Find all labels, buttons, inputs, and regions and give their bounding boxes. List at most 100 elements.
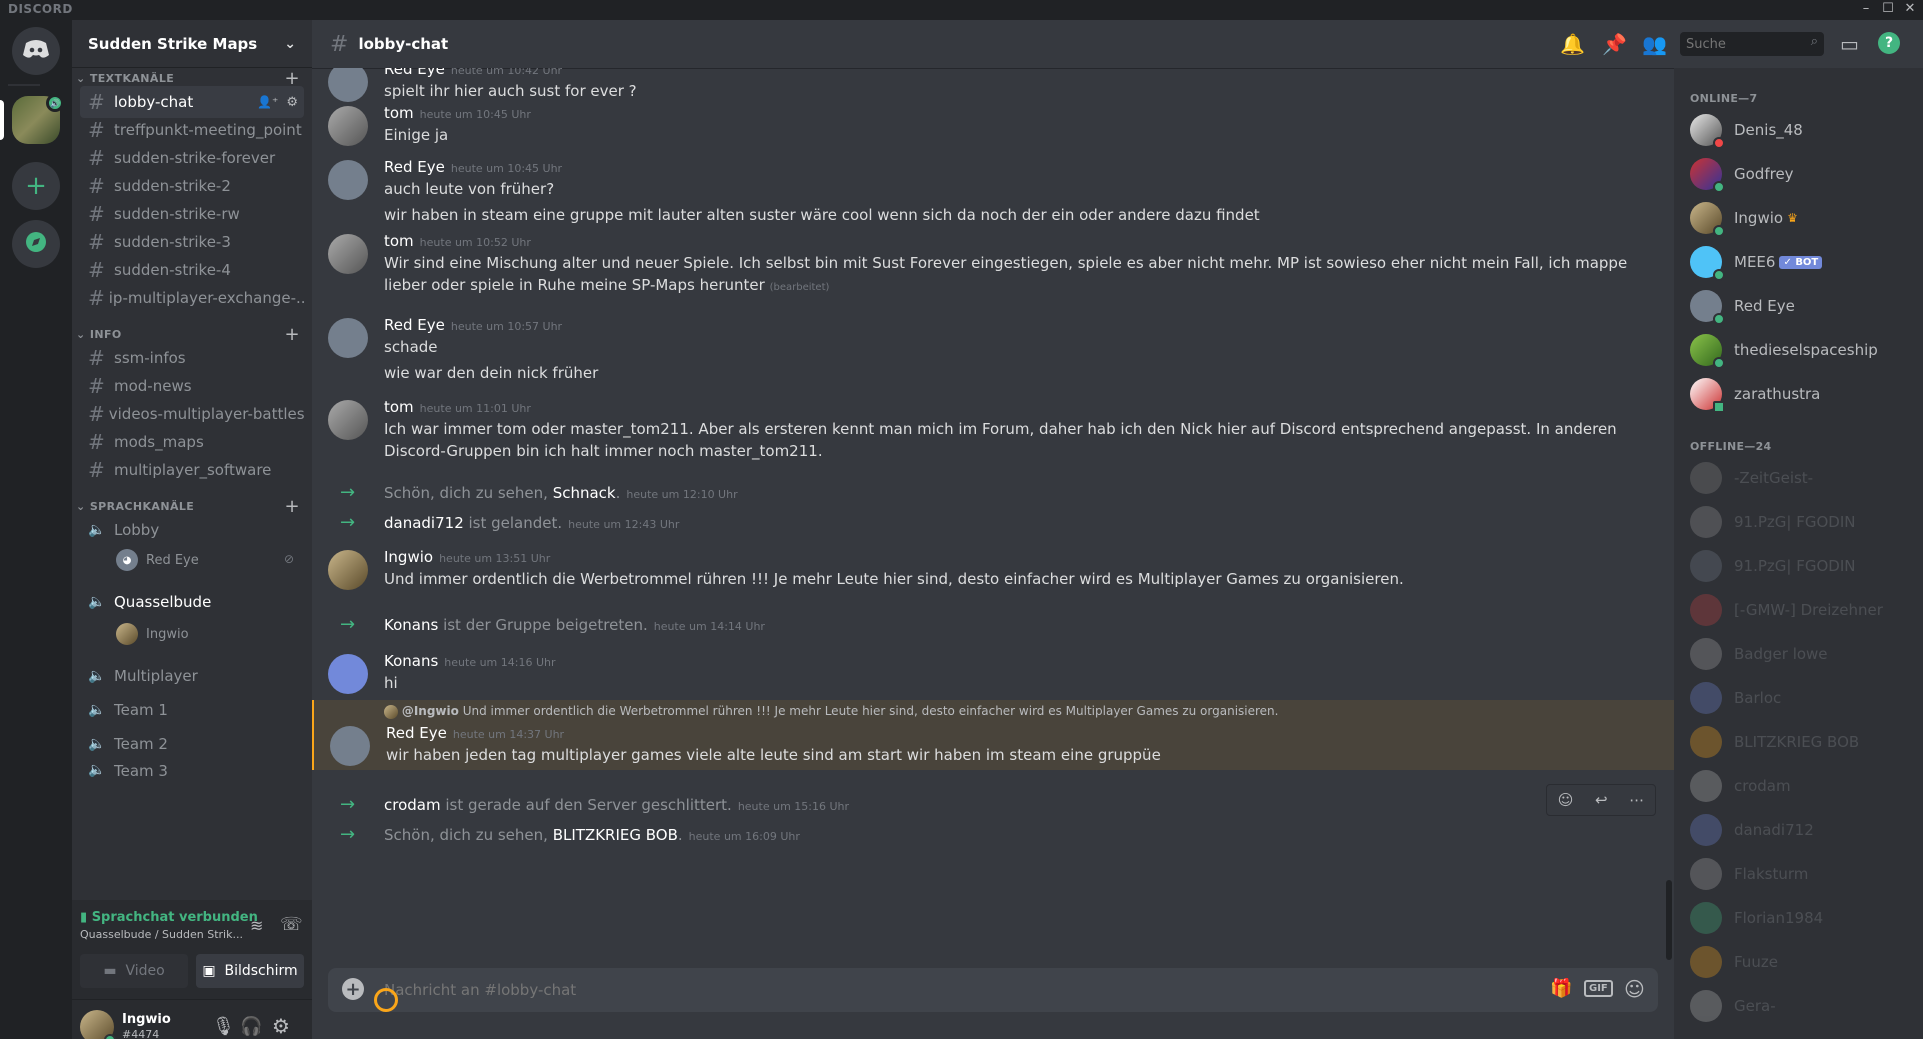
- avatar[interactable]: [328, 160, 368, 200]
- members-icon[interactable]: 👥: [1642, 32, 1667, 56]
- member-offline[interactable]: Flaksturm: [1682, 852, 1914, 896]
- voice-channel-multiplayer[interactable]: 🔈 Multiplayer: [80, 660, 304, 692]
- member-ingwio[interactable]: Ingwio ♛: [1682, 196, 1914, 240]
- add-server-button[interactable]: +: [12, 162, 60, 210]
- channel-label: ip-multiplayer-exchange-...: [108, 289, 304, 307]
- voice-channel-quasselbude[interactable]: 🔈 Quasselbude: [80, 586, 304, 618]
- reply-preview[interactable]: @Ingwio Und immer ordentlich die Werbetr…: [384, 704, 1278, 719]
- system-user[interactable]: Schnack: [553, 484, 616, 502]
- member-offline[interactable]: [-GMW-] Dreizehner: [1682, 588, 1914, 632]
- disconnect-call-icon[interactable]: ☏: [280, 914, 303, 935]
- crown-icon: ♛: [1787, 211, 1798, 225]
- message-author[interactable]: tom heute um 10:52 Uhr: [384, 232, 531, 250]
- message-author[interactable]: Red Eye heute um 10:45 Uhr: [384, 158, 562, 176]
- avatar[interactable]: [328, 318, 368, 358]
- gear-icon[interactable]: ⚙: [286, 95, 298, 110]
- help-icon[interactable]: ?: [1878, 32, 1900, 54]
- member-offline[interactable]: Fuuze: [1682, 940, 1914, 984]
- system-user[interactable]: danadi712: [384, 514, 464, 532]
- reply-icon[interactable]: ↩: [1595, 791, 1608, 809]
- headphones-icon[interactable]: 🎧: [240, 1016, 262, 1037]
- system-user[interactable]: BLITZKRIEG BOB: [553, 826, 678, 844]
- pin-icon[interactable]: 📌: [1602, 32, 1627, 56]
- message-author[interactable]: tom heute um 11:01 Uhr: [384, 398, 531, 416]
- noise-suppression-icon[interactable]: ≋: [250, 916, 263, 935]
- avatar[interactable]: [328, 654, 368, 694]
- message-author[interactable]: Konans heute um 14:16 Uhr: [384, 652, 556, 670]
- message-author[interactable]: Red Eye heute um 10:57 Uhr: [384, 316, 562, 334]
- gif-button[interactable]: GIF: [1584, 980, 1613, 997]
- emoji-icon[interactable]: ☺: [1624, 977, 1645, 1001]
- system-user[interactable]: crodam: [384, 796, 441, 814]
- member-offline[interactable]: Florian1984: [1682, 896, 1914, 940]
- message-author[interactable]: Red Eye heute um 14:37 Uhr: [386, 724, 564, 742]
- avatar[interactable]: [328, 234, 368, 274]
- channel-label: sudden-strike-rw: [114, 205, 240, 223]
- member-offline[interactable]: danadi712: [1682, 808, 1914, 852]
- home-button[interactable]: [12, 27, 60, 75]
- member-name: thedieselspaceship: [1734, 341, 1878, 359]
- member-offline[interactable]: crodam: [1682, 764, 1914, 808]
- timestamp: heute um 16:09 Uhr: [688, 830, 800, 843]
- scrollbar-thumb[interactable]: [1666, 880, 1672, 960]
- member-offline[interactable]: Gera-: [1682, 984, 1914, 1028]
- member-offline[interactable]: 91.PzG| FGODIN: [1682, 544, 1914, 588]
- avatar[interactable]: [328, 400, 368, 440]
- category-text-channels[interactable]: ⌄ TEXTKANÄLE +: [76, 68, 308, 89]
- avatar: [1690, 506, 1722, 538]
- message-input[interactable]: [384, 980, 1484, 1000]
- avatar[interactable]: [328, 106, 368, 146]
- invite-icon[interactable]: 👤⁺: [257, 95, 278, 109]
- category-voice-channels[interactable]: ⌄ SPRACHKANÄLE +: [76, 496, 308, 517]
- search-input[interactable]: [1686, 35, 1796, 53]
- member-zarathustra[interactable]: zarathustra: [1682, 372, 1914, 416]
- member-godfrey[interactable]: Godfrey: [1682, 152, 1914, 196]
- voice-channel-team2[interactable]: 🔈 Team 2: [80, 728, 304, 760]
- avatar[interactable]: [330, 726, 370, 766]
- avatar[interactable]: [328, 550, 368, 590]
- channel-ip-multiplayer-exchange[interactable]: # ip-multiplayer-exchange-...: [80, 282, 304, 314]
- video-button[interactable]: ▬ Video: [80, 954, 188, 988]
- inbox-icon[interactable]: ▭: [1840, 32, 1859, 56]
- upload-plus-icon[interactable]: +: [342, 978, 364, 1000]
- member-denis[interactable]: Denis_48: [1682, 108, 1914, 152]
- add-reaction-icon[interactable]: ☺: [1558, 791, 1574, 809]
- member-red-eye[interactable]: Red Eye: [1682, 284, 1914, 328]
- channel-multiplayer-software[interactable]: # multiplayer_software: [80, 454, 304, 486]
- member-offline[interactable]: BLITZKRIEG BOB: [1682, 720, 1914, 764]
- category-info[interactable]: ⌄ INFO +: [76, 324, 308, 345]
- member-offline[interactable]: -ZeitGeist-: [1682, 456, 1914, 500]
- message-author[interactable]: tom heute um 10:45 Uhr: [384, 104, 531, 122]
- member-offline[interactable]: 91.PzG| FGODIN: [1682, 500, 1914, 544]
- member-mee6[interactable]: MEE6 ✓ BOT: [1682, 240, 1914, 284]
- microphone-icon[interactable]: 🎙: [212, 1016, 235, 1037]
- message-author[interactable]: Ingwio heute um 13:51 Uhr: [384, 548, 550, 566]
- gift-icon[interactable]: 🎁: [1550, 978, 1572, 999]
- voice-channel-lobby[interactable]: 🔈 Lobby: [80, 514, 304, 546]
- member-offline[interactable]: Badger lowe: [1682, 632, 1914, 676]
- voice-user-red-eye[interactable]: ◕ Red Eye: [116, 546, 199, 574]
- voice-channel-team1[interactable]: 🔈 Team 1: [80, 694, 304, 726]
- category-label: SPRACHKANÄLE: [89, 500, 195, 513]
- server-name: Sudden Strike Maps: [88, 34, 258, 53]
- bell-icon[interactable]: 🔔: [1560, 32, 1585, 56]
- server-icon-sudden-strike[interactable]: 🔊: [12, 94, 64, 144]
- avatar: [1690, 202, 1725, 237]
- system-user[interactable]: Konans: [384, 616, 438, 634]
- system-pre: Schön, dich zu sehen,: [384, 826, 553, 844]
- member-offline[interactable]: Barloc: [1682, 676, 1914, 720]
- screen-share-button[interactable]: ▣ Bildschirm: [196, 954, 304, 988]
- server-header[interactable]: Sudden Strike Maps ⌄: [72, 20, 312, 68]
- voice-user-ingwio[interactable]: Ingwio: [116, 620, 189, 648]
- search-box[interactable]: ⌕: [1680, 32, 1824, 56]
- close-window-button[interactable]: ✕: [1896, 1, 1923, 16]
- avatar[interactable]: [328, 68, 368, 102]
- message-author[interactable]: Red Eye heute um 10:42 Uhr: [384, 68, 562, 78]
- settings-gear-icon[interactable]: ⚙: [272, 1014, 290, 1038]
- explore-servers-button[interactable]: [12, 220, 60, 268]
- member-thedieselspaceship[interactable]: thedieselspaceship: [1682, 328, 1914, 372]
- voice-channel-team3[interactable]: 🔈 Team 3: [80, 762, 304, 778]
- system-message: → Schön, dich zu sehen, Schnack. heute um…: [312, 482, 1674, 506]
- more-options-icon[interactable]: ⋯: [1629, 791, 1644, 809]
- member-name: Fuuze: [1734, 953, 1778, 971]
